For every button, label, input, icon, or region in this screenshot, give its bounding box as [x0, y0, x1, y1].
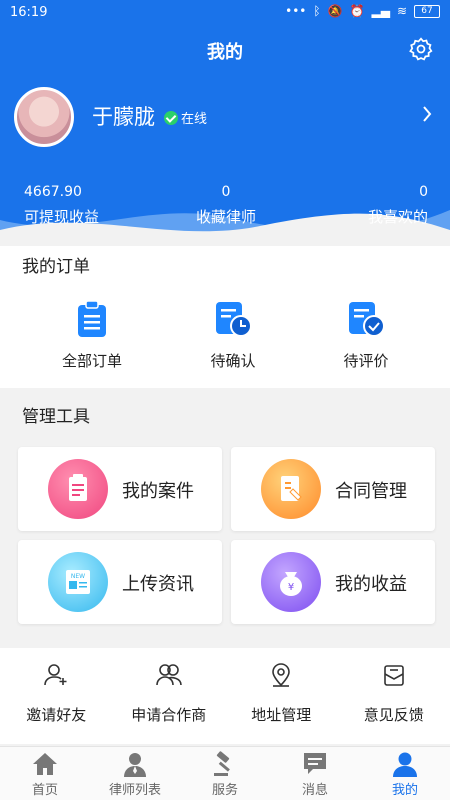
invite-friend-icon	[44, 664, 67, 686]
gear-icon[interactable]	[408, 36, 434, 62]
location-icon	[272, 663, 291, 687]
svg-text:¥: ¥	[288, 582, 294, 593]
stat-favorite-lawyers[interactable]: 0 收藏律师	[159, 184, 294, 227]
money-bag-icon: ¥	[261, 552, 321, 612]
quick-label: 申请合作商	[131, 706, 207, 724]
tools-title: 管理工具	[22, 407, 90, 427]
tool-contract-management[interactable]: 合同管理	[231, 447, 435, 531]
contract-icon	[261, 459, 321, 519]
case-icon	[48, 459, 108, 519]
orders-section: 我的订单 全部订单 待确认 待评价	[0, 246, 450, 388]
profile-header: 16:19 ••• ᛒ 🔕 ⏰ ▂▄ ≋ 67 我的 于朦胧 在线 4667.9…	[0, 0, 450, 246]
quick-label: 地址管理	[251, 706, 312, 724]
stats-row: 4667.90 可提现收益 0 收藏律师 0 我喜欢的	[0, 184, 450, 227]
document-check-icon	[349, 302, 385, 337]
tab-mine[interactable]: 我的	[360, 747, 450, 800]
lawyer-icon	[124, 753, 146, 777]
wifi-icon: ≋	[396, 4, 407, 18]
tool-my-cases[interactable]: 我的案件	[18, 447, 222, 531]
quick-links: 邀请好友 申请合作商 地址管理 意见反馈	[0, 648, 450, 744]
user-name: 于朦胧	[92, 105, 155, 129]
order-all-button[interactable]: 全部订单	[42, 300, 142, 371]
order-pending-confirm-button[interactable]: 待确认	[183, 300, 283, 371]
tool-my-earnings[interactable]: ¥ 我的收益	[231, 540, 435, 624]
order-pending-review-button[interactable]: 待评价	[316, 300, 416, 371]
order-label: 全部订单	[61, 352, 122, 370]
document-clock-icon	[216, 302, 252, 337]
check-circle-icon	[164, 110, 178, 125]
order-label: 待确认	[210, 352, 256, 370]
tab-lawyer-list[interactable]: 律师列表	[90, 747, 180, 800]
signal-icon: ▂▄	[371, 4, 390, 18]
status-time: 16:19	[10, 5, 48, 20]
tool-label: 上传资讯	[122, 574, 194, 595]
tab-label: 消息	[301, 783, 328, 798]
avatar[interactable]	[14, 87, 74, 147]
stat-label: 我喜欢的	[368, 208, 429, 226]
online-status-label: 在线	[181, 112, 208, 127]
mute-icon: 🔕	[327, 4, 343, 18]
tool-label: 合同管理	[335, 481, 407, 502]
orders-title: 我的订单	[22, 257, 90, 277]
status-bar: 16:19 ••• ᛒ 🔕 ⏰ ▂▄ ≋ 67	[0, 0, 450, 26]
order-label: 待评价	[343, 352, 389, 370]
tab-label: 我的	[391, 783, 418, 798]
stat-liked[interactable]: 0 我喜欢的	[293, 184, 450, 227]
address-management-button[interactable]: 地址管理	[225, 648, 338, 744]
svg-text:NEW: NEW	[71, 573, 85, 580]
tab-label: 服务	[211, 783, 238, 798]
news-icon: NEW	[48, 552, 108, 612]
feedback-button[interactable]: 意见反馈	[338, 648, 450, 744]
home-icon	[33, 753, 57, 775]
partner-icon	[155, 664, 182, 686]
tab-label: 首页	[31, 783, 58, 798]
stat-value: 0	[221, 184, 231, 200]
tab-home[interactable]: 首页	[0, 747, 90, 800]
page-title: 我的	[207, 42, 243, 63]
stat-label: 可提现收益	[24, 208, 100, 226]
clipboard-list-icon	[78, 300, 106, 337]
online-status: 在线	[164, 108, 207, 127]
stat-label: 收藏律师	[196, 208, 257, 226]
tool-upload-news[interactable]: NEW 上传资讯	[18, 540, 222, 624]
tool-label: 我的案件	[122, 481, 194, 502]
gavel-icon	[214, 751, 230, 776]
dots-icon: •••	[285, 4, 307, 18]
quick-label: 意见反馈	[363, 706, 424, 724]
user-icon	[393, 752, 417, 777]
battery-icon: 67	[414, 4, 440, 18]
stat-value: 4667.90	[24, 184, 82, 200]
quick-label: 邀请好友	[26, 706, 87, 724]
chevron-right-icon[interactable]	[422, 106, 432, 122]
tab-services[interactable]: 服务	[180, 747, 270, 800]
apply-partner-button[interactable]: 申请合作商	[113, 648, 226, 744]
invite-friend-button[interactable]: 邀请好友	[0, 648, 113, 744]
tool-label: 我的收益	[335, 574, 407, 595]
stat-value: 0	[419, 184, 429, 200]
message-icon	[304, 753, 326, 774]
bluetooth-icon: ᛒ	[313, 4, 321, 18]
tab-messages[interactable]: 消息	[270, 747, 360, 800]
bottom-tab-bar: 首页 律师列表 服务 消息 我的	[0, 746, 450, 800]
tab-label: 律师列表	[108, 783, 161, 798]
feedback-icon	[383, 665, 404, 686]
status-icons: ••• ᛒ 🔕 ⏰ ▂▄ ≋ 67	[285, 4, 440, 18]
stat-withdrawable[interactable]: 4667.90 可提现收益	[0, 184, 159, 227]
alarm-icon: ⏰	[349, 4, 365, 18]
